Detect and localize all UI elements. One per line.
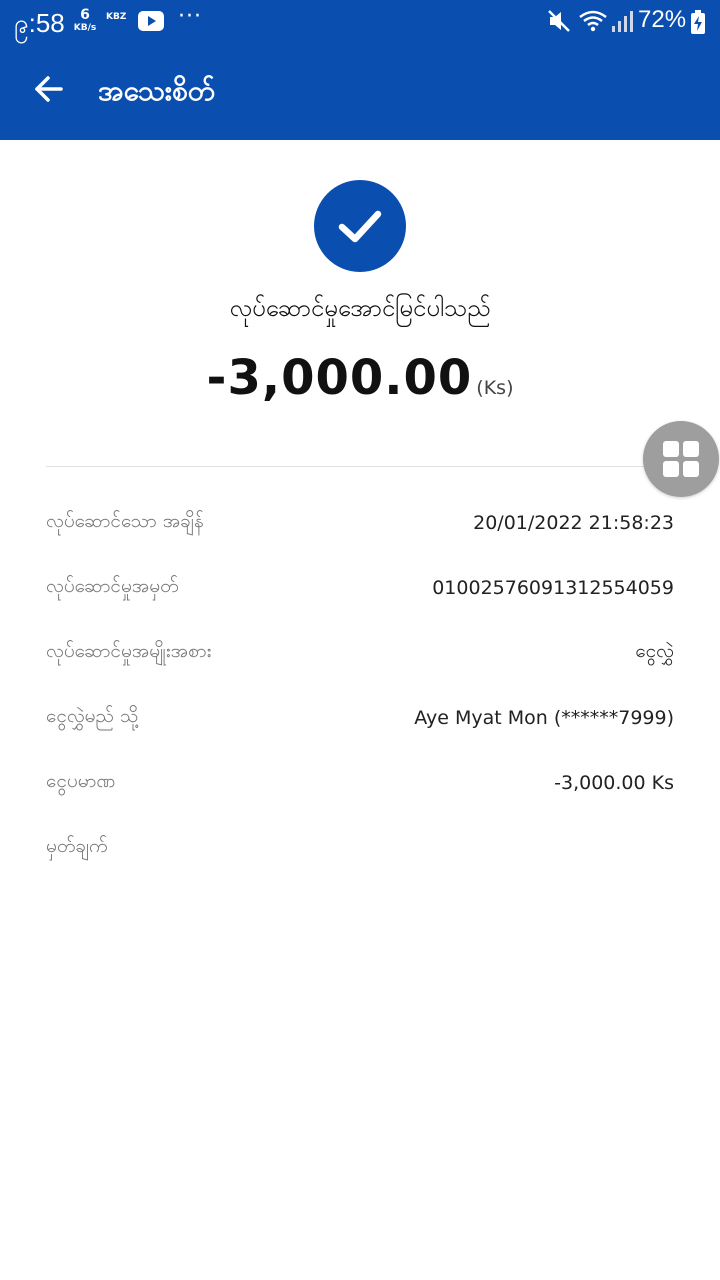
wifi-icon (579, 10, 607, 32)
amount-display: -3,000.00 (Ks) (0, 350, 720, 406)
success-badge (314, 180, 406, 272)
detail-row-transaction-id: လုပ်ဆောင်မှုအမှတ် 01002576091312554059 (46, 555, 674, 620)
more-notifications-icon: ··· (178, 4, 202, 29)
check-icon (338, 210, 382, 243)
detail-value: -3,000.00 Ks (554, 771, 674, 794)
detail-row-note: မှတ်ချက် (46, 815, 674, 880)
detail-row-type: လုပ်ဆောင်မှုအမျိုးအစား ငွေလွှဲ (46, 620, 674, 685)
detail-label: လုပ်ဆောင်မှုအမှတ် (46, 574, 179, 597)
detail-row-amount: ငွေပမာဏ -3,000.00 Ks (46, 750, 674, 815)
detail-value: 20/01/2022 21:58:23 (473, 511, 674, 534)
youtube-icon (138, 11, 164, 31)
detail-row-recipient: ငွေလွှဲမည် သို့ Aye Myat Mon (******7999… (46, 685, 674, 750)
transaction-status: လုပ်ဆောင်မှုအောင်မြင်ပါသည် (229, 294, 491, 322)
divider (46, 466, 674, 467)
detail-label: ငွေပမာဏ (46, 769, 116, 792)
app-bar: အသေးစိတ် (0, 44, 720, 140)
back-button[interactable] (24, 64, 74, 114)
signal-icon (612, 11, 633, 32)
detail-label: မှတ်ချက် (46, 834, 108, 857)
status-time: ၉:58 (14, 8, 65, 38)
transaction-details: လုပ်ဆောင်သော အချိန် 20/01/2022 21:58:23 … (46, 490, 674, 880)
detail-label: ငွေလွှဲမည် သို့ (46, 704, 139, 727)
amount-value: -3,000.00 (206, 350, 473, 406)
header: ၉:58 6 KB/s KBZ ··· 72% အသေးစိတ် (0, 0, 720, 140)
network-speed: 6 KB/s (73, 7, 97, 33)
battery-level: 72% (638, 6, 687, 33)
detail-value: Aye Myat Mon (******7999) (414, 706, 674, 729)
detail-row-time: လုပ်ဆောင်သော အချိန် 20/01/2022 21:58:23 (46, 490, 674, 555)
mute-icon (548, 10, 570, 32)
detail-value: ငွေလွှဲ (635, 639, 674, 662)
kbz-notification-icon: KBZ (106, 12, 127, 22)
page-title: အသေးစိတ် (98, 74, 216, 107)
detail-label: လုပ်ဆောင်မှုအမျိုးအစား (46, 639, 212, 662)
arrow-left-icon (35, 76, 63, 102)
detail-label: လုပ်ဆောင်သော အချိန် (46, 509, 204, 532)
grid-icon (663, 441, 699, 477)
status-bar: ၉:58 6 KB/s KBZ ··· 72% (0, 0, 720, 44)
floating-menu-button[interactable] (643, 421, 719, 497)
amount-currency: (Ks) (476, 377, 514, 399)
battery-charging-icon (691, 10, 705, 34)
detail-value: 01002576091312554059 (432, 576, 674, 599)
